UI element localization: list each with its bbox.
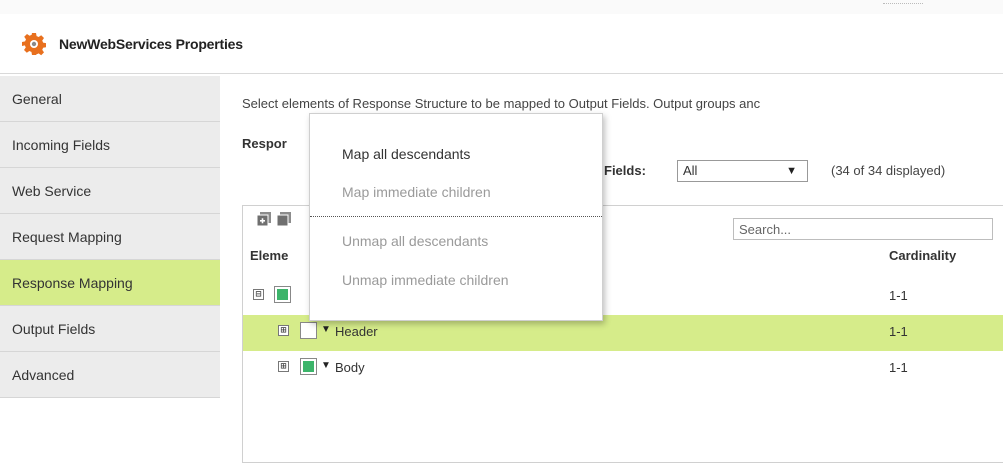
response-structure-label: Respor (242, 136, 287, 151)
caret-down-icon[interactable]: ▼ (321, 360, 331, 371)
displayed-count: (34 of 34 displayed) (831, 163, 946, 178)
expand-icon[interactable]: ⊞ (278, 361, 289, 372)
title-bar: NewWebServices Properties (0, 14, 1003, 74)
column-header-element[interactable]: Eleme (250, 248, 288, 263)
window-title: NewWebServices Properties (59, 36, 243, 52)
expand-icon[interactable]: ⊞ (278, 325, 289, 336)
sidebar-item-advanced[interactable]: Advanced (0, 352, 220, 398)
map-checkbox[interactable] (300, 322, 317, 339)
collapse-all-icon[interactable] (276, 211, 292, 227)
sidebar-item-response-mapping[interactable]: Response Mapping (0, 260, 220, 306)
dropdown-arrow-icon: ▼ (786, 165, 797, 177)
sidebar-item-incoming-fields[interactable]: Incoming Fields (0, 122, 220, 168)
menu-item-unmap-all-descendants: Unmap all descendants (342, 233, 489, 249)
search-input[interactable] (733, 218, 993, 240)
tree-row-name: Header (335, 324, 378, 339)
fields-filter-select[interactable]: All ▼ (677, 160, 808, 182)
menu-item-unmap-immediate-children: Unmap immediate children (342, 272, 509, 288)
caret-down-icon[interactable]: ▼ (321, 324, 331, 335)
tree-row-cardinality: 1-1 (889, 288, 908, 303)
sidebar-item-general[interactable]: General (0, 76, 220, 122)
tree-row-name: Body (335, 360, 365, 375)
tree-row-body[interactable]: ⊞ ▼ Body 1-1 (243, 351, 1003, 387)
gear-icon (22, 33, 46, 56)
sidebar-item-output-fields[interactable]: Output Fields (0, 306, 220, 352)
tree-row-cardinality: 1-1 (889, 360, 908, 375)
fields-filter-label: Fields: (604, 163, 646, 178)
map-checkbox[interactable] (300, 358, 317, 375)
menu-item-map-all-descendants[interactable]: Map all descendants (342, 146, 470, 162)
column-header-cardinality[interactable]: Cardinality (889, 248, 956, 263)
sidebar: General Incoming Fields Web Service Requ… (0, 76, 220, 398)
sidebar-item-request-mapping[interactable]: Request Mapping (0, 214, 220, 260)
mapping-description: Select elements of Response Structure to… (242, 96, 761, 111)
menu-separator (310, 216, 602, 217)
collapse-icon[interactable]: ⊟ (253, 289, 264, 300)
tree-row-cardinality: 1-1 (889, 324, 908, 339)
context-menu: Map all descendants Map immediate childr… (309, 113, 603, 321)
fields-filter-value: All (683, 163, 698, 178)
drag-handle[interactable] (883, 3, 923, 7)
top-strip (0, 0, 1003, 14)
expand-all-icon[interactable] (256, 211, 272, 227)
sidebar-item-web-service[interactable]: Web Service (0, 168, 220, 214)
menu-item-map-immediate-children: Map immediate children (342, 184, 491, 200)
map-checkbox[interactable] (274, 286, 291, 303)
